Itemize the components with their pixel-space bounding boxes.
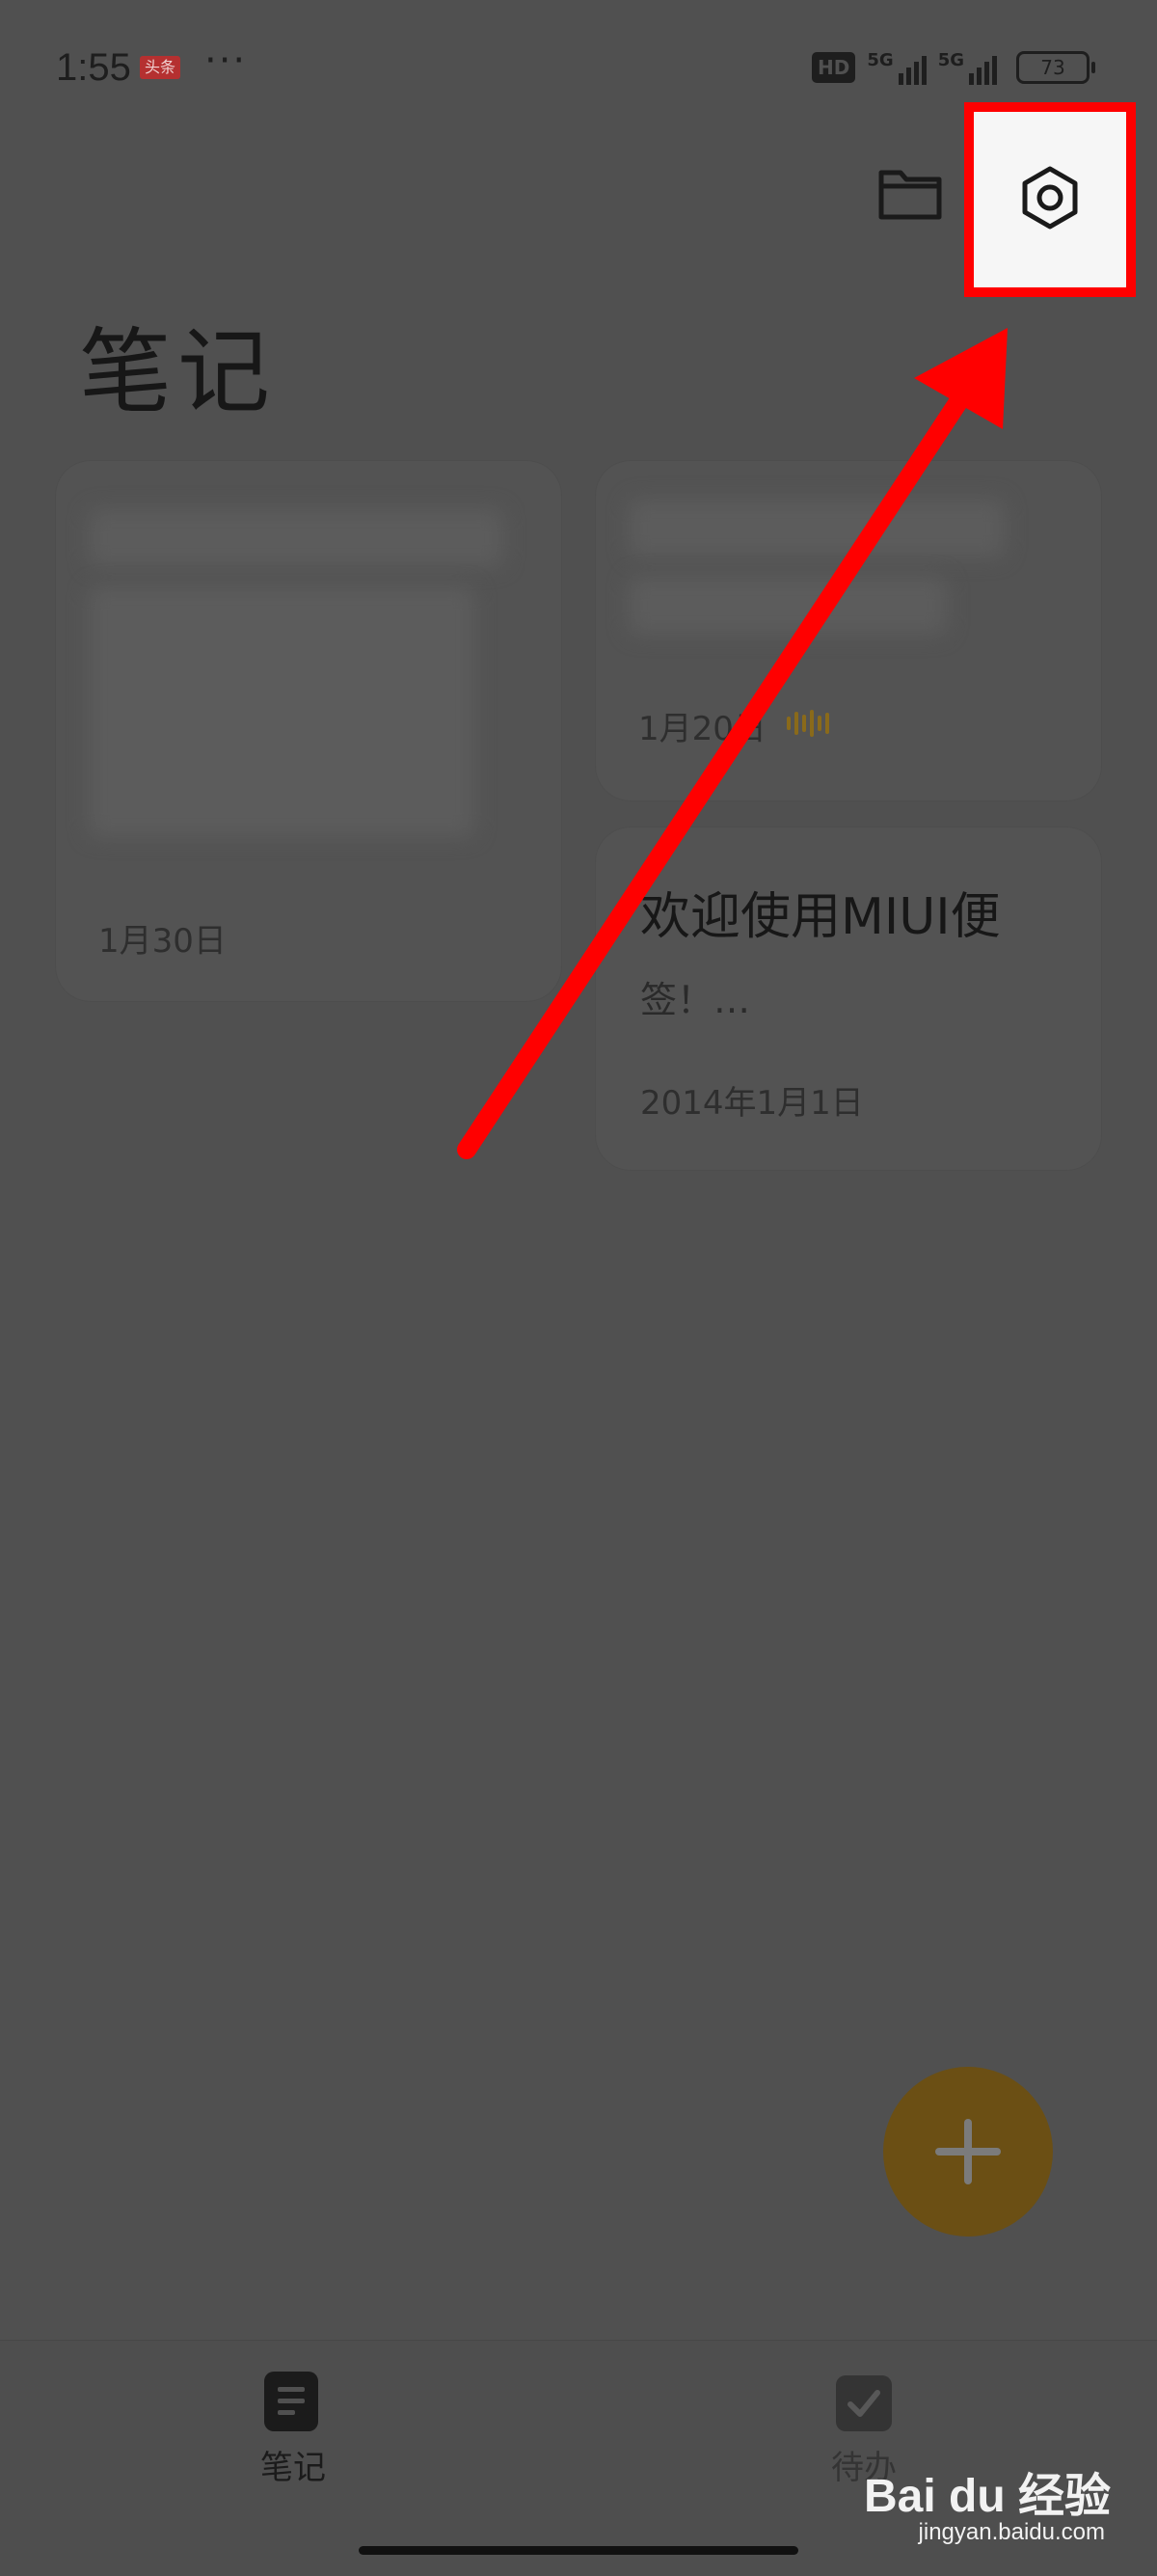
note-title: 欢迎使用MIUI便 — [640, 888, 1001, 946]
note-card[interactable]: 1月30日 — [56, 461, 561, 1001]
settings-icon — [1022, 166, 1078, 230]
battery-icon: 73 — [1016, 51, 1095, 84]
app-notification-badge: 头条 — [140, 56, 180, 79]
watermark-logo: Bai du 经验 — [863, 2471, 1111, 2522]
hd-voice-icon: HD — [812, 52, 856, 83]
watermark-url: jingyan.baidu.com — [918, 2519, 1105, 2545]
note-date: 1月20日 — [638, 710, 767, 748]
checkbox-icon[interactable] — [836, 2375, 892, 2431]
home-indicator[interactable] — [359, 2546, 798, 2555]
folder-button[interactable] — [875, 159, 945, 229]
note-card[interactable]: 欢迎使用MIUI便 签！… 2014年1月1日 — [596, 827, 1101, 1170]
folder-icon — [878, 170, 942, 220]
notes-icon[interactable] — [264, 2372, 318, 2431]
signal-1-icon: 5G — [867, 50, 927, 85]
note-date: 2014年1月1日 — [640, 1084, 864, 1123]
status-icons: HD 5G 5G 73 — [812, 48, 1095, 87]
signal-2-icon: 5G — [938, 50, 997, 85]
more-notifications-icon: ··· — [204, 39, 248, 83]
page-title: 笔记 — [79, 318, 276, 426]
note-preview: 签！… — [640, 979, 751, 1021]
network-1-label: 5G — [867, 50, 894, 70]
settings-button[interactable] — [1009, 157, 1090, 238]
tab-notes[interactable]: 笔记 — [260, 2441, 326, 2488]
baidu-jingyan-watermark: Bai du 经验 jingyan.baidu.com — [860, 2457, 1111, 2554]
note-date: 1月30日 — [98, 922, 227, 961]
status-time: 1:55 — [56, 46, 131, 89]
add-note-button[interactable] — [883, 2067, 1053, 2237]
note-card[interactable]: 1月20日 — [596, 461, 1101, 800]
audio-icon — [787, 710, 829, 737]
network-2-label: 5G — [937, 50, 964, 70]
